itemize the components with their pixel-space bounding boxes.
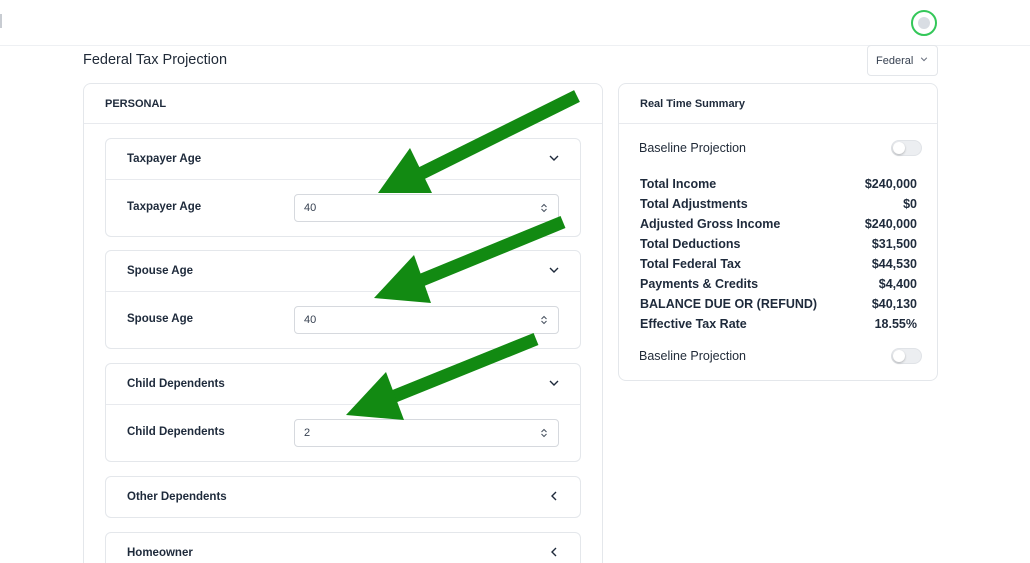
avatar-image (918, 17, 930, 29)
sidebar-edge (0, 14, 2, 28)
child-dependents-input[interactable] (294, 419, 559, 447)
summary-row: Total Income $240,000 (640, 174, 917, 194)
section-spouse-age: Spouse Age Spouse Age (105, 250, 581, 349)
summary-row-value: $31,500 (871, 237, 917, 251)
summary-row-value: $44,530 (871, 257, 917, 271)
section-other-dependents: Other Dependents (105, 476, 581, 518)
taxpayer-age-input[interactable] (294, 194, 559, 222)
chevron-down-icon[interactable] (548, 377, 560, 389)
summary-row-label: Total Adjustments (640, 197, 748, 211)
section-spouse-age-header[interactable]: Spouse Age (106, 251, 580, 291)
summary-card: Real Time Summary Baseline Projection To… (618, 83, 938, 381)
switch-knob (893, 350, 905, 362)
taxpayer-age-label: Taxpayer Age (127, 201, 202, 213)
summary-row: BALANCE DUE OR (REFUND) $40,130 (640, 294, 917, 314)
section-child-dependents: Child Dependents Child Dependents (105, 363, 581, 462)
chevron-left-icon[interactable] (548, 490, 560, 502)
baseline-projection-label: Baseline Projection (639, 349, 747, 363)
chevron-down-icon[interactable] (548, 152, 560, 164)
section-title: Other Dependents (127, 491, 227, 503)
summary-row-value: 18.55% (874, 317, 917, 331)
section-child-dependents-header[interactable]: Child Dependents (106, 364, 580, 404)
spinner-icon[interactable] (539, 427, 549, 439)
summary-row-value: $40,130 (871, 297, 917, 311)
summary-row-label: Effective Tax Rate (640, 317, 747, 331)
chevron-left-icon[interactable] (548, 546, 560, 558)
section-homeowner: Homeowner (105, 532, 581, 563)
baseline-projection-switch[interactable] (891, 348, 922, 364)
summary-row-value: $240,000 (864, 177, 917, 191)
spouse-age-label: Spouse Age (127, 313, 194, 325)
section-other-dependents-header[interactable]: Other Dependents (106, 477, 580, 517)
tax-scope-select[interactable]: Federal (867, 45, 938, 76)
page-title: Federal Tax Projection (83, 52, 228, 68)
personal-card: PERSONAL Taxpayer Age Taxpayer Age Spous… (83, 83, 603, 563)
summary-row: Payments & Credits $4,400 (640, 274, 917, 294)
summary-card-title: Real Time Summary (619, 84, 937, 124)
section-taxpayer-age: Taxpayer Age Taxpayer Age (105, 138, 581, 237)
spinner-icon[interactable] (539, 202, 549, 214)
baseline-projection-toggle-row-bottom: Baseline Projection (639, 346, 922, 366)
summary-row-label: Adjusted Gross Income (640, 217, 781, 231)
chevron-down-icon[interactable] (548, 264, 560, 276)
summary-table: Total Income $240,000 Total Adjustments … (640, 174, 917, 334)
summary-row: Total Deductions $31,500 (640, 234, 917, 254)
summary-row-value: $240,000 (864, 217, 917, 231)
section-taxpayer-age-header[interactable]: Taxpayer Age (106, 139, 580, 179)
summary-row-label: BALANCE DUE OR (REFUND) (640, 297, 818, 311)
summary-row: Total Federal Tax $44,530 (640, 254, 917, 274)
tax-scope-select-value: Federal (876, 54, 914, 67)
summary-row-label: Total Federal Tax (640, 257, 741, 271)
summary-row-label: Total Income (640, 177, 717, 191)
section-title: Taxpayer Age (127, 153, 202, 165)
personal-card-title: PERSONAL (84, 84, 602, 124)
section-title: Child Dependents (127, 378, 225, 390)
spinner-icon[interactable] (539, 314, 549, 326)
summary-row-value: $4,400 (878, 277, 917, 291)
child-dependents-label: Child Dependents (127, 426, 225, 438)
summary-row-label: Total Deductions (640, 237, 741, 251)
section-title: Homeowner (127, 547, 193, 559)
summary-row: Adjusted Gross Income $240,000 (640, 214, 917, 234)
section-spouse-age-body: Spouse Age (106, 291, 580, 348)
section-child-dependents-body: Child Dependents (106, 404, 580, 461)
section-homeowner-header[interactable]: Homeowner (106, 533, 580, 563)
user-avatar-icon[interactable] (911, 10, 937, 36)
switch-knob (893, 142, 905, 154)
summary-row-value: $0 (903, 197, 917, 211)
top-bar (0, 0, 1030, 46)
summary-row: Effective Tax Rate 18.55% (640, 314, 917, 334)
baseline-projection-label: Baseline Projection (639, 141, 747, 155)
summary-row: Total Adjustments $0 (640, 194, 917, 214)
baseline-projection-toggle-row-top: Baseline Projection (639, 138, 922, 158)
baseline-projection-switch[interactable] (891, 140, 922, 156)
section-title: Spouse Age (127, 265, 194, 277)
spouse-age-input[interactable] (294, 306, 559, 334)
chevron-down-icon (920, 57, 928, 62)
summary-row-label: Payments & Credits (640, 277, 759, 291)
section-taxpayer-age-body: Taxpayer Age (106, 179, 580, 236)
